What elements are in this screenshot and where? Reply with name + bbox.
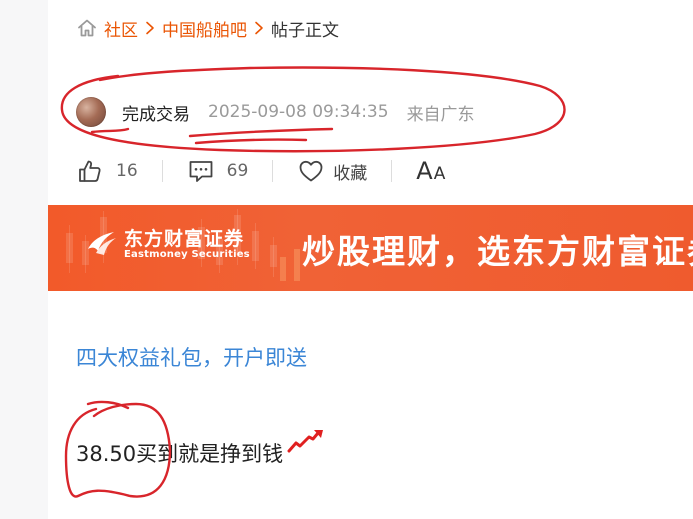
font-size-small-glyph: A [433, 164, 446, 184]
ad-banner[interactable]: 东方财富证券 Eastmoney Securities 炒股理财，选东方财富证券 [48, 205, 693, 291]
like-button[interactable]: 16 [76, 157, 138, 185]
author-name[interactable]: 完成交易 [122, 100, 190, 125]
comment-count: 69 [226, 161, 249, 181]
home-icon[interactable] [76, 17, 98, 39]
eastmoney-logo-icon [86, 229, 118, 261]
heart-icon [297, 157, 325, 185]
divider [272, 160, 274, 182]
comment-button[interactable]: 69 [187, 157, 249, 185]
favorite-label: 收藏 [333, 163, 368, 184]
avatar[interactable] [76, 97, 106, 127]
divider [161, 160, 163, 182]
logo-chinese-name: 东方财富证券 [124, 227, 245, 250]
favorite-button[interactable]: 收藏 [297, 157, 367, 185]
rising-arrow-icon [287, 428, 325, 459]
logo-english-name: Eastmoney Securities [124, 248, 250, 260]
chevron-right-icon [141, 19, 159, 37]
thumbs-up-icon [76, 157, 104, 185]
banner-slogan: 炒股理财，选东方财富证券 [302, 232, 693, 271]
post-text: 38.50买到就是挣到钱 [76, 442, 284, 466]
post-body: 38.50买到就是挣到钱 [76, 429, 325, 468]
like-count: 16 [116, 161, 138, 181]
breadcrumb-link-forum[interactable]: 中国船舶吧 [162, 16, 247, 41]
post-timestamp: 2025-09-08 09:34:35 [208, 102, 389, 122]
breadcrumb: 社区 中国船舶吧 帖子正文 [76, 14, 339, 42]
divider [391, 160, 393, 182]
font-size-large-glyph: A [416, 157, 433, 185]
breadcrumb-link-community[interactable]: 社区 [104, 16, 138, 41]
breadcrumb-current: 帖子正文 [271, 20, 339, 41]
font-size-button[interactable]: A A [416, 157, 445, 185]
post-actions: 16 69 收藏 A A [76, 154, 445, 188]
promo-link[interactable]: 四大权益礼包，开户即送 [76, 342, 307, 372]
author-info: 完成交易 2025-09-08 09:34:35 来自广东 [76, 96, 475, 128]
post-location: 来自广东 [406, 104, 475, 125]
chevron-right-icon [250, 19, 268, 37]
eastmoney-logo: 东方财富证券 Eastmoney Securities [86, 229, 250, 261]
comment-icon [187, 157, 215, 185]
